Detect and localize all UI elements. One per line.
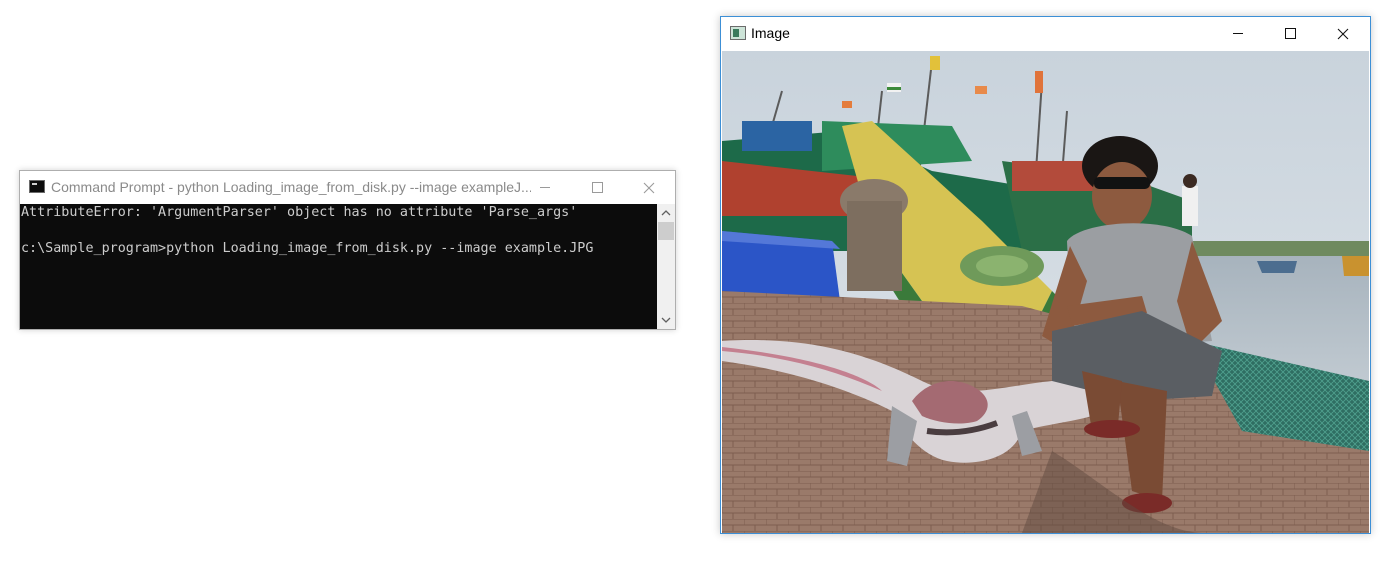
image-title-bar[interactable]: Image [721,17,1370,50]
console-line: AttributeError: 'ArgumentParser' object … [21,205,578,220]
image-window-title: Image [751,25,790,41]
close-icon [643,182,655,193]
chevron-up-icon [661,210,671,216]
image-close-button[interactable] [1317,17,1369,50]
cmd-close-button[interactable] [623,171,675,204]
console-line: c:\Sample_program>python Loading_image_f… [21,241,594,256]
image-maximize-button[interactable] [1264,17,1316,50]
displayed-photo [722,51,1369,533]
harbor-photo [722,51,1369,533]
console-icon [29,180,45,193]
image-minimize-button[interactable] [1212,17,1264,50]
close-icon [1337,28,1349,39]
cmd-maximize-button[interactable] [571,171,623,204]
scroll-thumb[interactable] [658,222,674,240]
image-icon [730,26,746,40]
image-window[interactable]: Image [720,16,1371,534]
scroll-up-button[interactable] [657,204,675,222]
console-output[interactable]: AttributeError: 'ArgumentParser' object … [20,204,657,329]
command-prompt-window[interactable]: Command Prompt - python Loading_image_fr… [19,170,676,330]
cmd-window-title: Command Prompt - python Loading_image_fr… [51,179,531,195]
cmd-minimize-button[interactable] [519,171,571,204]
chevron-down-icon [661,317,671,323]
cmd-title-bar[interactable]: Command Prompt - python Loading_image_fr… [20,171,675,204]
scroll-down-button[interactable] [657,311,675,329]
vertical-scrollbar[interactable] [657,204,675,329]
